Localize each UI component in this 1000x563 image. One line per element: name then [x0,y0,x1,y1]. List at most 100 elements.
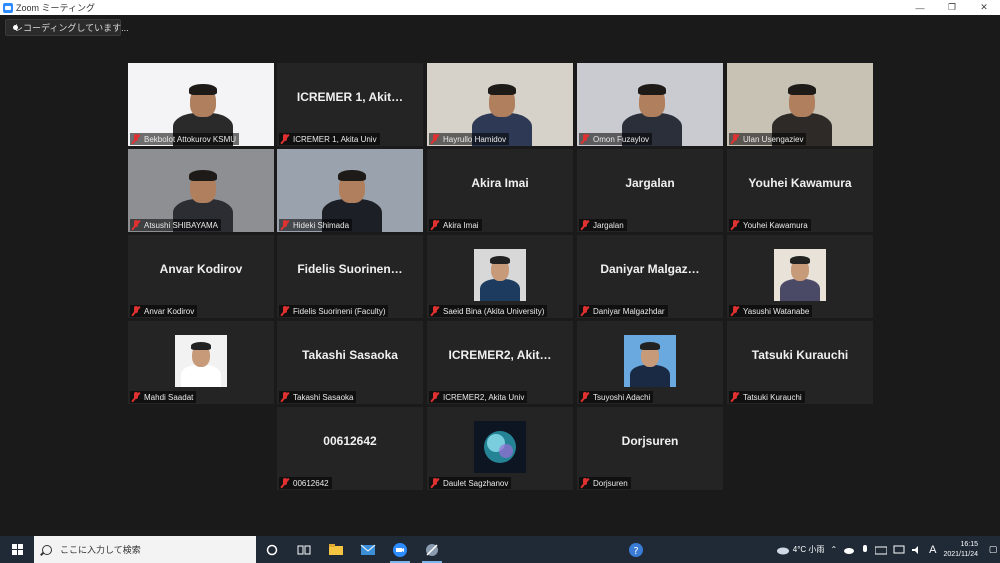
mic-muted-icon [430,392,440,402]
mail-button[interactable] [352,536,384,563]
minimize-button[interactable]: — [904,0,936,15]
participant-display-name: Daniyar Malgaz… [600,262,700,276]
participant-tile[interactable]: Mahdi Saadat [128,321,274,404]
participant-tile[interactable]: Atsushi SHIBAYAMA [128,149,274,232]
participant-tile[interactable]: Daniyar Malgaz… Daniyar Malgazhdar [577,235,723,318]
participant-tile[interactable]: Ulan Usengaziev [727,63,873,146]
mic-muted-icon [580,392,590,402]
chevron-up-icon[interactable]: ⌃ [830,545,837,554]
help-button[interactable]: ? [620,536,652,563]
participant-tile[interactable]: ICREMER2, Akit… ICREMER2, Akita Univ [427,321,573,404]
close-button[interactable]: ✕ [968,0,1000,15]
participant-tile[interactable]: Tsuyoshi Adachi [577,321,723,404]
task-view-button[interactable] [288,536,320,563]
participant-nameplate: Tsuyoshi Adachi [579,391,654,403]
participant-tile[interactable]: Dorjsuren Dorjsuren [577,407,723,490]
participant-tile[interactable]: Hayrullo Hamidov [427,63,573,146]
taskbar-search-box[interactable]: ここに入力して検索 [34,536,256,563]
zoom-taskbar-button[interactable] [384,536,416,563]
participant-tile[interactable]: Omon Fuzaylov [577,63,723,146]
participant-tile[interactable]: Saeid Bina (Akita University) [427,235,573,318]
weather-label[interactable]: 4°C 小雨 [793,544,825,555]
participant-display-name: Fidelis Suorinen… [297,262,403,276]
participant-name: Tatsuki Kurauchi [743,392,802,402]
notification-icon[interactable]: ▢ [986,536,1000,563]
participant-tile[interactable]: Akira Imai Akira Imai [427,149,573,232]
participant-name: ICREMER 1, Akita Univ [293,134,377,144]
mic-muted-icon [730,306,740,316]
mic-muted-icon [280,220,290,230]
keyboard-icon[interactable] [875,545,888,555]
window-titlebar: Zoom ミーティング — ❐ ✕ [0,0,1000,15]
mic-muted-icon [131,134,141,144]
participant-tile[interactable]: Takashi Sasaoka Takashi Sasaoka [277,321,423,404]
volume-icon[interactable] [911,545,923,555]
participant-name: 00612642 [293,478,329,488]
mic-muted-icon [730,220,740,230]
participant-display-name: ICREMER 1, Akit… [296,90,404,104]
participant-display-name: Takashi Sasaoka [302,348,398,362]
participant-name: Akira Imai [443,220,479,230]
participant-tile[interactable]: 00612642 00612642 [277,407,423,490]
participant-name: ICREMER2, Akita Univ [443,392,525,402]
participant-tile[interactable]: Daulet Sagzhanov [427,407,573,490]
mic-muted-icon [430,306,440,316]
participant-name: Youhei Kawamura [743,220,808,230]
participant-nameplate: Fidelis Suorineni (Faculty) [279,305,389,317]
search-icon [42,544,52,555]
participant-nameplate: Tatsuki Kurauchi [729,391,805,403]
participant-tile[interactable]: Fidelis Suorinen… Fidelis Suorineni (Facu… [277,235,423,318]
cortana-button[interactable] [256,536,288,563]
cortana-icon [266,544,278,555]
snipping-tool-button[interactable] [416,536,448,563]
participant-nameplate: Youhei Kawamura [729,219,811,231]
participant-name: Takashi Sasaoka [293,392,354,402]
mic-muted-icon [280,392,290,402]
cloud-icon[interactable] [843,545,855,555]
participant-tile[interactable]: Bekbolot Attokurov KSMU [128,63,274,146]
microphone-icon[interactable] [861,544,869,555]
participant-name: Fidelis Suorineni (Faculty) [293,306,386,316]
participant-display-name: Anvar Kodirov [159,262,243,276]
snipping-tool-icon [426,543,438,556]
participant-display-name: ICREMER2, Akit… [448,348,552,362]
participant-nameplate: 00612642 [279,477,332,489]
participant-tile[interactable]: Tatsuki Kurauchi Tatsuki Kurauchi [727,321,873,404]
mic-muted-icon [280,134,290,144]
participant-nameplate: Hayrullo Hamidov [429,133,510,145]
svg-text:?: ? [633,546,638,557]
start-button[interactable] [0,536,34,563]
mic-muted-icon [131,392,141,402]
profile-picture [624,335,676,387]
mic-muted-icon [430,134,440,144]
participant-display-name: Jargalan [625,176,675,190]
mic-muted-icon [580,306,590,316]
recording-indicator[interactable]: レコーディングしています... [5,19,129,36]
participant-tile[interactable]: Hideki Shimada [277,149,423,232]
mic-muted-icon [730,392,740,402]
participant-nameplate: Atsushi SHIBAYAMA [130,219,221,231]
participant-nameplate: Bekbolot Attokurov KSMU [130,133,240,145]
network-icon[interactable] [893,545,905,555]
search-placeholder: ここに入力して検索 [60,545,141,555]
participant-tile[interactable]: Anvar Kodirov Anvar Kodirov [128,235,274,318]
mic-muted-icon [430,220,440,230]
participant-name: Hayrullo Hamidov [443,134,507,144]
restore-button[interactable]: ❐ [936,0,968,15]
participant-tile[interactable]: Yasushi Watanabe [727,235,873,318]
participant-nameplate: Jargalan [579,219,627,231]
profile-picture [774,249,826,301]
taskbar-clock[interactable]: 16:15 2021/11/24 [943,540,978,560]
file-explorer-button[interactable] [320,536,352,563]
participant-nameplate: ICREMER 1, Akita Univ [279,133,380,145]
participant-name: Bekbolot Attokurov KSMU [144,134,237,144]
mic-muted-icon [280,306,290,316]
profile-picture [474,421,526,473]
participant-tile[interactable]: Jargalan Jargalan [577,149,723,232]
participant-tile[interactable]: Youhei Kawamura Youhei Kawamura [727,149,873,232]
ime-indicator[interactable]: A [929,544,936,556]
participant-tile[interactable]: ICREMER 1, Akit… ICREMER 1, Akita Univ [277,63,423,146]
participant-nameplate: Daniyar Malgazhdar [579,305,668,317]
mic-muted-icon [430,478,440,488]
participant-nameplate: Yasushi Watanabe [729,305,813,317]
